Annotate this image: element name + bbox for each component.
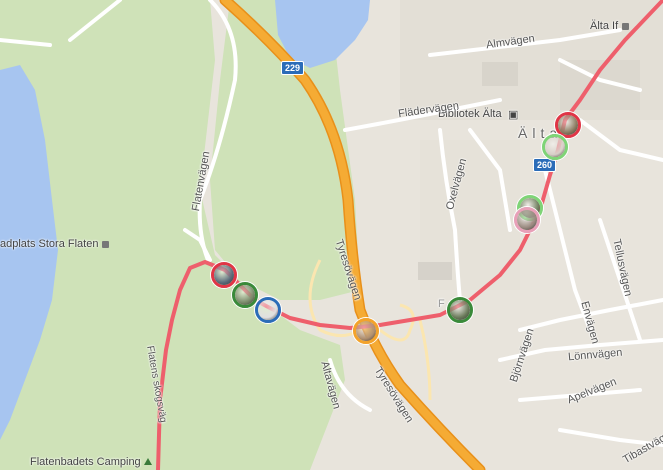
marker-photo-4[interactable] [514,207,540,233]
map-canvas[interactable]: 229 260 Älta If Bibliotek Älta ▣ Älta ad… [0,0,663,470]
marker-photo-9[interactable] [447,297,473,323]
poi-badplats[interactable]: adplats Stora Flaten [0,238,110,250]
camping-tent-icon [144,458,152,465]
road-shield-260: 260 [533,158,557,172]
marker-photo-6[interactable] [232,282,258,308]
poi-square-icon [622,22,630,30]
poi-alta-if[interactable]: Älta If [590,20,630,32]
marker-photo-2[interactable] [542,134,568,160]
poi-square-icon [102,240,110,248]
marker-photo-7[interactable] [255,297,281,323]
library-icon: ▣ [508,109,519,121]
road-label-fr-n: F [438,298,445,310]
road-shield-229: 229 [281,61,305,75]
marker-photo-8[interactable] [353,318,379,344]
marker-photo-5[interactable] [211,262,237,288]
poi-camping[interactable]: Flatenbadets Camping [30,456,141,468]
